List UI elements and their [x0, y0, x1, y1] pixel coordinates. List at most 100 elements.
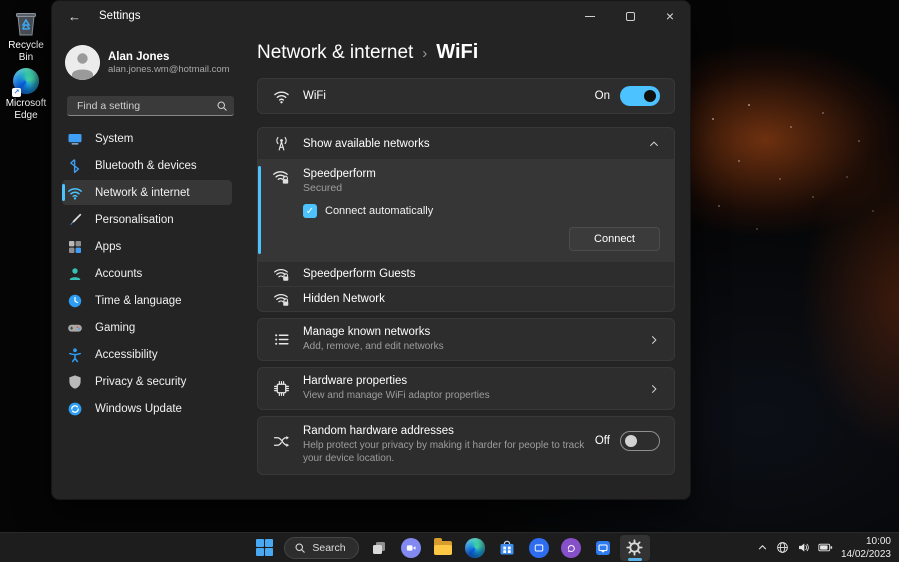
random-addresses-toggle[interactable]	[620, 431, 660, 451]
tray-chevron-button[interactable]	[757, 542, 768, 553]
breadcrumb-separator-icon: ›	[422, 45, 427, 62]
volume-icon	[797, 541, 810, 554]
volume-tray-button[interactable]	[797, 541, 810, 554]
star	[748, 104, 750, 106]
shortcut-arrow-icon: ↗	[12, 88, 21, 97]
network-speedperform-guests[interactable]: Speedperform Guests	[258, 261, 674, 286]
user-name: Alan Jones	[108, 51, 230, 63]
tray-chevron-icon	[757, 542, 768, 553]
hardware-properties-row[interactable]: Hardware properties View and manage WiFi…	[258, 368, 674, 409]
manage-known-networks-row[interactable]: Manage known networks Add, remove, and e…	[258, 319, 674, 360]
sidebar-item-accounts[interactable]: Accounts	[62, 261, 232, 286]
file-explorer-button[interactable]	[428, 535, 458, 561]
cast-app-button[interactable]	[588, 535, 618, 561]
connect-button[interactable]: Connect	[569, 227, 660, 251]
network-wifi-icon	[67, 185, 83, 201]
media-app-button[interactable]	[524, 535, 554, 561]
star	[846, 176, 848, 178]
wifi-secured-icon	[272, 290, 290, 308]
settings-gear-icon	[626, 539, 643, 556]
get-help-label: Get help	[283, 499, 326, 501]
manage-known-subtitle: Add, remove, and edit networks	[303, 340, 444, 353]
window-title: Settings	[99, 10, 141, 22]
show-available-networks-label: Show available networks	[303, 138, 430, 150]
maximize-icon	[626, 12, 635, 21]
apps-icon	[67, 239, 83, 255]
clock[interactable]: 10:00 14/02/2023	[841, 535, 891, 561]
maximize-button[interactable]	[610, 1, 650, 31]
network-name: Speedperform Guests	[303, 268, 416, 280]
wifi-toggle-card: WiFi On	[257, 78, 675, 114]
system-tray: 10:00 14/02/2023	[757, 533, 891, 562]
sidebar-item-network-internet[interactable]: Network & internet	[62, 180, 232, 205]
star	[812, 196, 814, 198]
search-input[interactable]	[75, 99, 216, 113]
network-hidden-network[interactable]: Hidden Network	[258, 286, 674, 311]
star	[738, 160, 740, 162]
sidebar-item-accessibility[interactable]: Accessibility	[62, 342, 232, 367]
settings-window: ← Settings × Alan Jones alan.jones	[51, 0, 691, 500]
hardware-subtitle: View and manage WiFi adaptor properties	[303, 389, 490, 402]
available-networks-card: Show available networks Speedperform Sec…	[257, 127, 675, 312]
microsoft-store-button[interactable]	[492, 535, 522, 561]
checkbox-checked-icon[interactable]: ✓	[303, 204, 317, 218]
sidebar-item-gaming[interactable]: Gaming	[62, 315, 232, 340]
time-language-icon	[67, 293, 83, 309]
network-status: Secured	[303, 182, 376, 194]
connect-automatically-option[interactable]: ✓ Connect automatically	[303, 204, 660, 218]
selected-network-panel: Speedperform Secured ✓ Connect automatic…	[258, 159, 674, 261]
desktop-icon-microsoft-edge[interactable]: ↗ Microsoft Edge	[0, 66, 52, 121]
sidebar-item-personalisation[interactable]: Personalisation	[62, 207, 232, 232]
broadcast-icon	[272, 135, 290, 153]
breadcrumb: Network & internet › WiFi	[257, 41, 675, 64]
show-available-networks-row[interactable]: Show available networks	[258, 128, 674, 159]
store-icon	[498, 539, 516, 557]
chevron-right-icon	[648, 383, 660, 395]
star	[779, 178, 781, 180]
loop-app-button[interactable]	[556, 535, 586, 561]
sidebar-item-windows-update[interactable]: Windows Update	[62, 396, 232, 421]
wifi-toggle-state: On	[595, 90, 610, 102]
start-button[interactable]	[249, 535, 279, 561]
wifi-toggle[interactable]	[620, 86, 660, 106]
manage-known-title: Manage known networks	[303, 326, 444, 338]
edge-icon: ↗	[11, 66, 41, 96]
manage-known-networks-card: Manage known networks Add, remove, and e…	[257, 318, 675, 361]
settings-app-button[interactable]	[620, 535, 650, 561]
taskbar-search[interactable]: Search	[284, 537, 358, 559]
chevron-up-icon	[648, 138, 660, 150]
random-addresses-title: Random hardware addresses	[303, 425, 595, 437]
desktop-icon-label: Microsoft Edge	[0, 98, 52, 121]
sidebar-item-apps[interactable]: Apps	[62, 234, 232, 259]
desktop-icon-recycle-bin[interactable]: Recycle Bin	[0, 8, 52, 63]
get-help-link[interactable]: ? Get help	[257, 497, 675, 500]
network-tray-button[interactable]	[776, 541, 789, 554]
network-globe-icon	[776, 541, 789, 554]
breadcrumb-parent[interactable]: Network & internet	[257, 42, 413, 64]
battery-tray-button[interactable]	[818, 541, 833, 554]
personalisation-brush-icon	[67, 212, 83, 228]
file-explorer-icon	[434, 541, 452, 555]
edge-button[interactable]	[460, 535, 490, 561]
task-view-button[interactable]	[364, 535, 394, 561]
task-view-icon	[370, 539, 388, 557]
close-button[interactable]: ×	[650, 1, 690, 31]
minimize-icon	[585, 16, 595, 17]
settings-search	[67, 96, 234, 116]
gaming-icon	[67, 320, 83, 336]
recycle-bin-icon	[11, 8, 41, 38]
battery-icon	[818, 541, 833, 554]
star	[858, 140, 860, 142]
minimize-button[interactable]	[570, 1, 610, 31]
network-speedperform[interactable]: Speedperform Secured	[272, 168, 660, 194]
sidebar-item-time-language[interactable]: Time & language	[62, 288, 232, 313]
chat-button[interactable]	[396, 535, 426, 561]
sidebar-item-system[interactable]: System	[62, 126, 232, 151]
connect-automatically-label: Connect automatically	[325, 205, 433, 217]
back-button[interactable]: ←	[68, 9, 84, 24]
user-profile[interactable]: Alan Jones alan.jones.wm@hotmail.com	[65, 45, 234, 80]
sidebar-item-privacy-security[interactable]: Privacy & security	[62, 369, 232, 394]
wifi-label: WiFi	[303, 90, 326, 102]
sidebar-item-bluetooth-devices[interactable]: Bluetooth & devices	[62, 153, 232, 178]
cast-app-icon	[594, 539, 612, 557]
